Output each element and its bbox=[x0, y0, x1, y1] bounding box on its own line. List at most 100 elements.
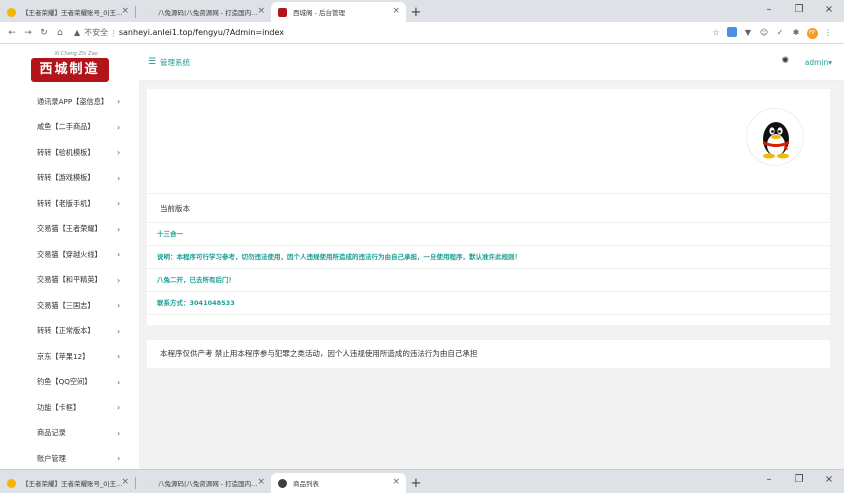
forward-icon[interactable]: → bbox=[20, 28, 36, 38]
tab-title: 八兔源码|八兔资源网 - 打造国内... bbox=[158, 480, 258, 488]
sidebar-item-label: 转转【游戏模板】 bbox=[37, 173, 95, 183]
tab-close-icon[interactable]: × bbox=[257, 477, 265, 487]
sidebar-item-label: 商品记录 bbox=[37, 428, 66, 438]
chevron-right-icon: › bbox=[117, 199, 121, 209]
tab-favicon-icon bbox=[7, 8, 16, 17]
puzzle-extension-icon[interactable]: ✱ bbox=[788, 28, 804, 37]
reload-icon[interactable]: ↻ bbox=[36, 28, 52, 38]
sidebar-item-label: 转转【正常版本】 bbox=[37, 326, 95, 336]
chevron-right-icon: › bbox=[117, 377, 121, 387]
tab-title: 商品列表 bbox=[293, 480, 319, 488]
browser-tab-1[interactable]: 【王者荣耀】王者荣耀账号_0|王... × bbox=[0, 473, 135, 493]
qq-avatar bbox=[746, 108, 804, 166]
close-window-icon[interactable]: × bbox=[814, 0, 844, 22]
qq-penguin-icon bbox=[763, 122, 789, 159]
home-icon[interactable]: ⌂ bbox=[52, 28, 68, 38]
sidebar-item[interactable]: 交易猫【和平精英】 › bbox=[0, 268, 139, 294]
more-menu-icon[interactable]: ⋮ bbox=[820, 28, 836, 37]
sidebar-item[interactable]: 交易猫【王者荣耀】 › bbox=[0, 217, 139, 243]
maximize-icon[interactable]: ❐ bbox=[784, 0, 814, 22]
menu-toggle-icon[interactable]: ☰ bbox=[148, 57, 156, 67]
browser-tab-3-active[interactable]: 商品列表 × bbox=[271, 473, 406, 493]
site-logo[interactable]: Xi Cheng Zhi Zao 西城制造 bbox=[27, 51, 113, 82]
sidebar-item-label: 功能【卡框】 bbox=[37, 402, 81, 412]
sidebar-item[interactable]: 钓鱼【QQ空间】 › bbox=[0, 370, 139, 396]
second-window-tab-bar: 【王者荣耀】王者荣耀账号_0|王... × 八兔源码|八兔资源网 - 打造国内.… bbox=[0, 469, 844, 493]
back-icon[interactable]: ← bbox=[4, 28, 20, 38]
sidebar-item[interactable]: 交易猫【三国志】 › bbox=[0, 293, 139, 319]
url-field[interactable]: ▲ 不安全 | sanheyi.anlei1.top/fengyu/?Admin… bbox=[74, 25, 708, 41]
window-controls: – ❐ × bbox=[754, 0, 844, 22]
sidebar-item[interactable]: 转转【老版手机】 › bbox=[0, 191, 139, 217]
browser-tab-1[interactable]: 【王者荣耀】王者荣耀账号_0|王... × bbox=[0, 2, 135, 22]
extension-toolbar: ☆ ▼ ☺ ✓ ✱ FP ⋮ bbox=[708, 26, 836, 39]
caret-down-icon: ▾ bbox=[828, 58, 832, 67]
tab-favicon-icon bbox=[143, 8, 152, 17]
info-row-edition: 十三合一 bbox=[147, 223, 830, 246]
tab-title: 八兔源码|八兔资源网 - 打造国内... bbox=[158, 9, 258, 17]
profile-avatar[interactable]: FP bbox=[804, 27, 820, 39]
tab-close-icon[interactable]: × bbox=[392, 477, 400, 487]
close-window-icon[interactable]: × bbox=[814, 470, 844, 492]
chevron-right-icon: › bbox=[117, 224, 121, 234]
chevron-right-icon: › bbox=[117, 454, 121, 464]
sidebar-item-label: 通讯录APP【盗信息】 bbox=[37, 96, 109, 106]
admin-app: Xi Cheng Zhi Zao 西城制造 通讯录APP【盗信息】 › 咸鱼【二手商… bbox=[0, 45, 844, 469]
theme-palette-icon[interactable]: ✺ bbox=[781, 56, 789, 66]
sidebar-item[interactable]: 京东【苹果12】 › bbox=[0, 344, 139, 370]
main-content: 当前版本 十三合一 说明：本程序可行学习参考，切勿违法使用，因个人违规使用所造成… bbox=[147, 89, 830, 368]
sidebar-item[interactable]: 交易猫【穿越火线】 › bbox=[0, 242, 139, 268]
logo-script-text: Xi Cheng Zhi Zao bbox=[54, 51, 98, 57]
chevron-right-icon: › bbox=[117, 173, 121, 183]
sidebar-item-label: 咸鱼【二手商品】 bbox=[37, 122, 95, 132]
minimize-icon[interactable]: – bbox=[754, 470, 784, 492]
logo-area: Xi Cheng Zhi Zao 西城制造 bbox=[0, 45, 139, 89]
tab-favicon-icon bbox=[143, 479, 152, 488]
new-tab-button[interactable]: + bbox=[406, 473, 426, 493]
tab-close-icon[interactable]: × bbox=[121, 477, 129, 487]
tab-close-icon[interactable]: × bbox=[392, 6, 400, 16]
maximize-icon[interactable]: ❐ bbox=[784, 470, 814, 492]
chevron-right-icon: › bbox=[117, 122, 121, 132]
tab-title: 【王者荣耀】王者荣耀账号_0|王... bbox=[22, 480, 123, 488]
sidebar-item-label: 交易猫【和平精英】 bbox=[37, 275, 102, 285]
sidebar-item[interactable]: 功能【卡框】 › bbox=[0, 395, 139, 421]
system-title: 管理系统 bbox=[160, 58, 190, 67]
info-row-contact: 联系方式：3041048533 bbox=[147, 292, 830, 315]
sidebar-item-label: 钓鱼【QQ空间】 bbox=[37, 377, 92, 387]
chevron-right-icon: › bbox=[117, 301, 121, 311]
sidebar-item[interactable]: 咸鱼【二手商品】 › bbox=[0, 115, 139, 141]
info-row-notice: 说明：本程序可行学习参考，切勿违法使用，因个人违规使用所造成的违法行为由自己承担… bbox=[147, 246, 830, 269]
sidebar-item-label: 账户管理 bbox=[37, 453, 66, 463]
sidebar-item-label: 京东【苹果12】 bbox=[37, 351, 90, 361]
filter-extension-icon[interactable]: ▼ bbox=[740, 28, 756, 37]
smile-extension-icon[interactable]: ☺ bbox=[756, 28, 772, 37]
sidebar-item-label: 转转【老版手机】 bbox=[37, 198, 95, 208]
minimize-icon[interactable]: – bbox=[754, 0, 784, 22]
tab-close-icon[interactable]: × bbox=[121, 6, 129, 16]
chevron-right-icon: › bbox=[117, 275, 121, 285]
chevron-right-icon: › bbox=[117, 97, 121, 107]
sidebar-item[interactable]: 转转【正常版本】 › bbox=[0, 319, 139, 345]
sidebar-menu: 通讯录APP【盗信息】 › 咸鱼【二手商品】 › 转转【验机模板】 › 转转【游戏模板】 › 转… bbox=[0, 89, 139, 469]
top-navbar: ☰ 管理系统 ✺ admin▾ bbox=[139, 45, 844, 81]
browser-tab-2[interactable]: 八兔源码|八兔资源网 - 打造国内... × bbox=[136, 473, 271, 493]
admin-user-menu[interactable]: admin▾ bbox=[805, 58, 832, 67]
warning-icon: ▲ bbox=[74, 28, 81, 37]
sidebar-item[interactable]: 转转【游戏模板】 › bbox=[0, 166, 139, 192]
check-extension-icon[interactable]: ✓ bbox=[772, 28, 788, 37]
sidebar-item[interactable]: 转转【验机模板】 › bbox=[0, 140, 139, 166]
tab-favicon-icon bbox=[7, 479, 16, 488]
sidebar-item-label: 交易猫【三国志】 bbox=[37, 300, 95, 310]
browser-tab-2[interactable]: 八兔源码|八兔资源网 - 打造国内... × bbox=[136, 2, 271, 22]
disclaimer-card: 本程序仅供产考 禁止用本程序参与犯罪之类活动，因个人违规使用所造成的违法行为由自… bbox=[147, 340, 830, 368]
bookmark-star-icon[interactable]: ☆ bbox=[708, 28, 724, 37]
version-card: 当前版本 十三合一 说明：本程序可行学习参考，切勿违法使用，因个人违规使用所造成… bbox=[147, 89, 830, 325]
sidebar-item[interactable]: 账户管理 › bbox=[0, 446, 139, 469]
browser-tab-3-active[interactable]: 西城阁 - 后台管理 × bbox=[271, 2, 406, 22]
tab-close-icon[interactable]: × bbox=[257, 6, 265, 16]
sidebar-item[interactable]: 商品记录 › bbox=[0, 421, 139, 447]
translate-extension-icon[interactable] bbox=[724, 26, 740, 39]
sidebar-item[interactable]: 通讯录APP【盗信息】 › bbox=[0, 89, 139, 115]
new-tab-button[interactable]: + bbox=[406, 2, 426, 22]
